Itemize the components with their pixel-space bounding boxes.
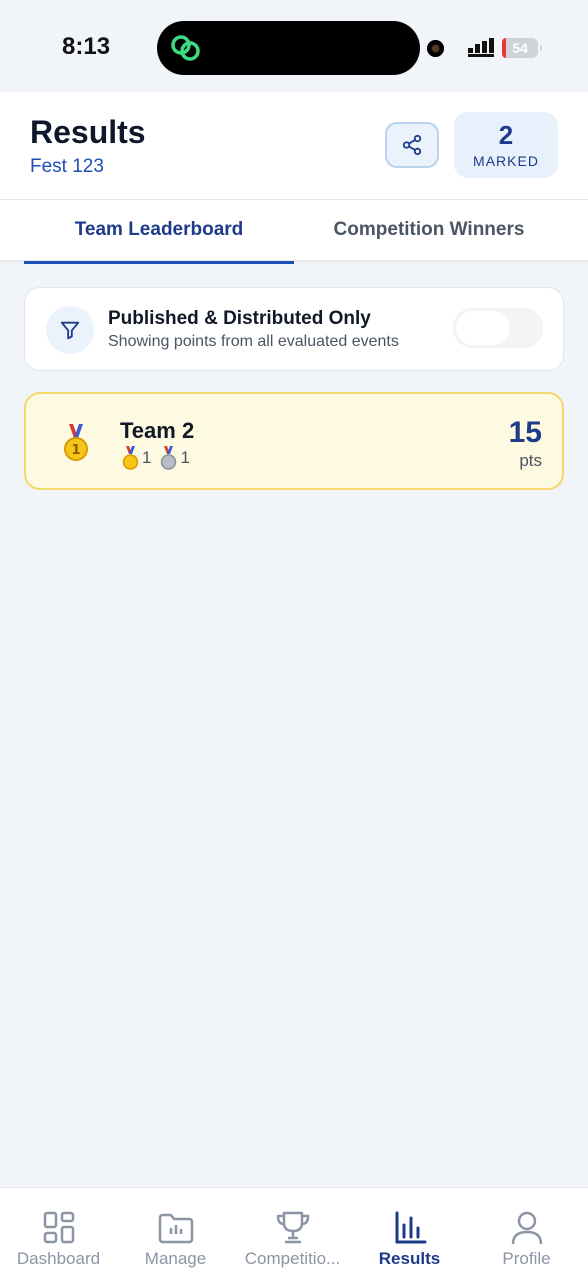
silver-count: 1 xyxy=(180,448,190,467)
filter-card: Published & Distributed Only Showing poi… xyxy=(24,287,564,371)
bar-chart-icon xyxy=(395,1211,427,1244)
points-unit: pts xyxy=(519,451,542,470)
marked-count: 2 xyxy=(498,120,514,150)
team-points: 15 xyxy=(508,416,542,449)
nav-results[interactable]: Results xyxy=(351,1188,468,1280)
published-only-toggle[interactable] xyxy=(453,308,543,348)
silver-medal-icon xyxy=(161,446,177,470)
nav-manage[interactable]: Manage xyxy=(117,1188,234,1280)
trophy-icon xyxy=(276,1211,310,1244)
tab-team-leaderboard[interactable]: Team Leaderboard xyxy=(24,200,294,264)
nav-label: Dashboard xyxy=(16,1249,101,1268)
tab-competition-winners[interactable]: Competition Winners xyxy=(294,200,564,262)
leaderboard-row[interactable]: 1 Team 2 1 1 15 pts xyxy=(24,392,564,490)
marked-label: MARKED xyxy=(473,153,539,169)
dynamic-island xyxy=(157,21,420,75)
battery-icon: 54 xyxy=(502,38,542,58)
share-icon xyxy=(402,134,422,156)
nav-competitions[interactable]: Competitio... xyxy=(234,1188,351,1280)
fest-name: Fest 123 xyxy=(30,156,104,177)
filter-title: Published & Distributed Only xyxy=(108,308,371,329)
medal-tally: 1 1 xyxy=(122,446,199,470)
toggle-knob xyxy=(456,311,510,345)
gold-medal-icon xyxy=(122,446,139,470)
page-title: Results xyxy=(30,114,146,150)
nav-dashboard[interactable]: Dashboard xyxy=(0,1188,117,1280)
team-name: Team 2 xyxy=(120,418,195,443)
results-tabs: Team Leaderboard Competition Winners xyxy=(0,200,588,264)
nav-label: Competitio... xyxy=(244,1249,341,1268)
dashboard-icon xyxy=(43,1211,75,1244)
nav-label: Results xyxy=(378,1249,441,1268)
link-rings-icon xyxy=(171,35,200,61)
bottom-nav: Dashboard Manage Competitio... Results P… xyxy=(0,1187,588,1280)
nav-label: Profile xyxy=(502,1249,551,1268)
status-time: 8:13 xyxy=(62,33,111,60)
nav-label: Manage xyxy=(144,1249,207,1268)
filter-icon xyxy=(60,321,80,340)
gold-medal-icon: 1 xyxy=(64,424,88,461)
signal-icon xyxy=(468,38,494,57)
filter-description: Showing points from all evaluated events xyxy=(108,333,399,350)
nav-profile[interactable]: Profile xyxy=(468,1188,588,1280)
user-icon xyxy=(511,1211,543,1245)
status-bar: 8:13 54 xyxy=(0,0,588,92)
share-button[interactable] xyxy=(385,122,439,168)
gold-count: 1 xyxy=(142,448,152,467)
marked-counter: 2 MARKED xyxy=(454,112,558,178)
folder-icon xyxy=(158,1213,194,1244)
page-header: Results Fest 123 2 MARKED xyxy=(0,92,588,200)
filter-icon-badge xyxy=(46,306,94,354)
svg-text:1: 1 xyxy=(71,443,80,458)
camera-icon xyxy=(427,40,444,57)
